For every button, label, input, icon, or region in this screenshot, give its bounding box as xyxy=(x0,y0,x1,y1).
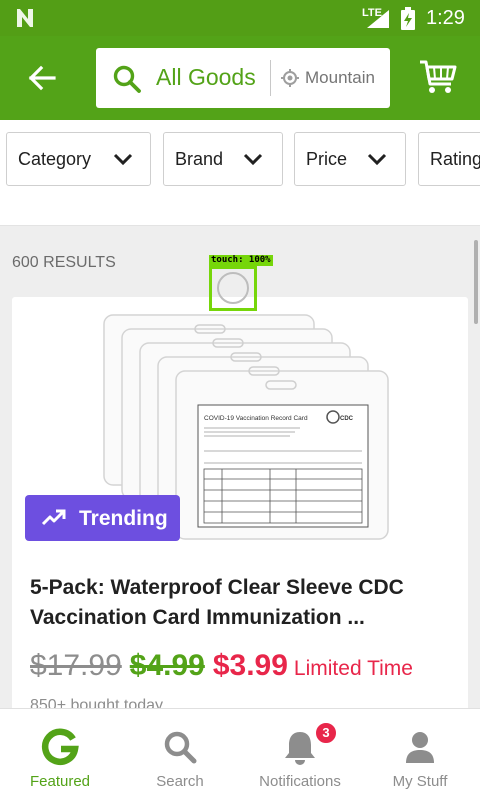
filter-price[interactable]: Price xyxy=(294,132,406,186)
battery-icon xyxy=(401,7,415,30)
back-arrow-icon[interactable] xyxy=(26,62,58,94)
app-bar: All Goods Mountain xyxy=(0,36,480,120)
filter-panel-edge xyxy=(0,198,480,226)
location-value[interactable]: Mountain xyxy=(305,68,381,88)
nav-featured[interactable]: Featured xyxy=(0,709,120,800)
status-bar: LTE 1:29 xyxy=(0,0,480,36)
trending-badge: Trending xyxy=(25,495,180,541)
person-icon xyxy=(406,732,434,763)
nav-my-stuff[interactable]: My Stuff xyxy=(360,709,480,800)
filter-brand[interactable]: Brand xyxy=(163,132,283,186)
filter-bar: Category Brand Price Rating xyxy=(0,120,480,198)
nav-featured-label: Featured xyxy=(29,773,91,790)
nav-notifications-label: Notifications xyxy=(259,773,341,790)
limited-time-label: Limited Time xyxy=(293,657,413,680)
nav-notifications[interactable]: 3 Notifications xyxy=(240,709,360,800)
previous-price: $4.99 xyxy=(129,649,205,682)
notification-n-icon xyxy=(17,9,33,27)
search-bar[interactable]: All Goods Mountain xyxy=(96,48,390,108)
bottom-navigation: Featured Search 3 Notifications My Stuff xyxy=(0,708,480,800)
search-divider xyxy=(270,60,271,96)
touch-point xyxy=(217,272,249,304)
svg-text:CDC: CDC xyxy=(340,416,354,422)
filter-category[interactable]: Category xyxy=(6,132,151,186)
filter-rating[interactable]: Rating xyxy=(418,132,480,186)
chevron-down-icon xyxy=(367,153,387,166)
trending-up-icon xyxy=(41,509,66,526)
filter-rating-label: Rating xyxy=(430,149,480,169)
scrollbar[interactable] xyxy=(474,240,478,324)
search-query[interactable]: All Goods xyxy=(156,64,256,91)
search-icon xyxy=(113,65,141,93)
notification-count-badge: 3 xyxy=(314,721,338,745)
current-price: $3.99 xyxy=(212,649,288,682)
chevron-down-icon xyxy=(113,153,133,166)
clock: 1:29 xyxy=(426,7,465,29)
product-card[interactable]: COVID-19 Vaccination Record Card CDC Tre… xyxy=(12,297,468,717)
groupon-g-icon xyxy=(41,728,79,765)
results-count: 600 RESULTS xyxy=(12,254,116,271)
chevron-down-icon xyxy=(243,153,263,166)
search-icon xyxy=(164,731,197,764)
location-icon xyxy=(281,69,299,87)
product-title[interactable]: 5-Pack: Waterproof Clear Sleeve CDC Vacc… xyxy=(30,573,454,633)
filter-brand-label: Brand xyxy=(175,149,224,169)
image-card-title: COVID-19 Vaccination Record Card xyxy=(204,415,308,422)
filter-category-label: Category xyxy=(18,149,92,169)
touch-indicator-label: touch: 100% xyxy=(209,255,273,266)
trending-label: Trending xyxy=(79,507,168,530)
cart-icon[interactable] xyxy=(418,58,458,96)
signal-icon xyxy=(367,10,389,28)
price-row: $17.99 $4.99 $3.99 Limited Time xyxy=(30,649,413,683)
nav-my-stuff-label: My Stuff xyxy=(392,773,448,790)
nav-search[interactable]: Search xyxy=(120,709,240,800)
original-price: $17.99 xyxy=(30,649,122,682)
filter-price-label: Price xyxy=(306,149,348,169)
nav-search-label: Search xyxy=(156,773,204,790)
